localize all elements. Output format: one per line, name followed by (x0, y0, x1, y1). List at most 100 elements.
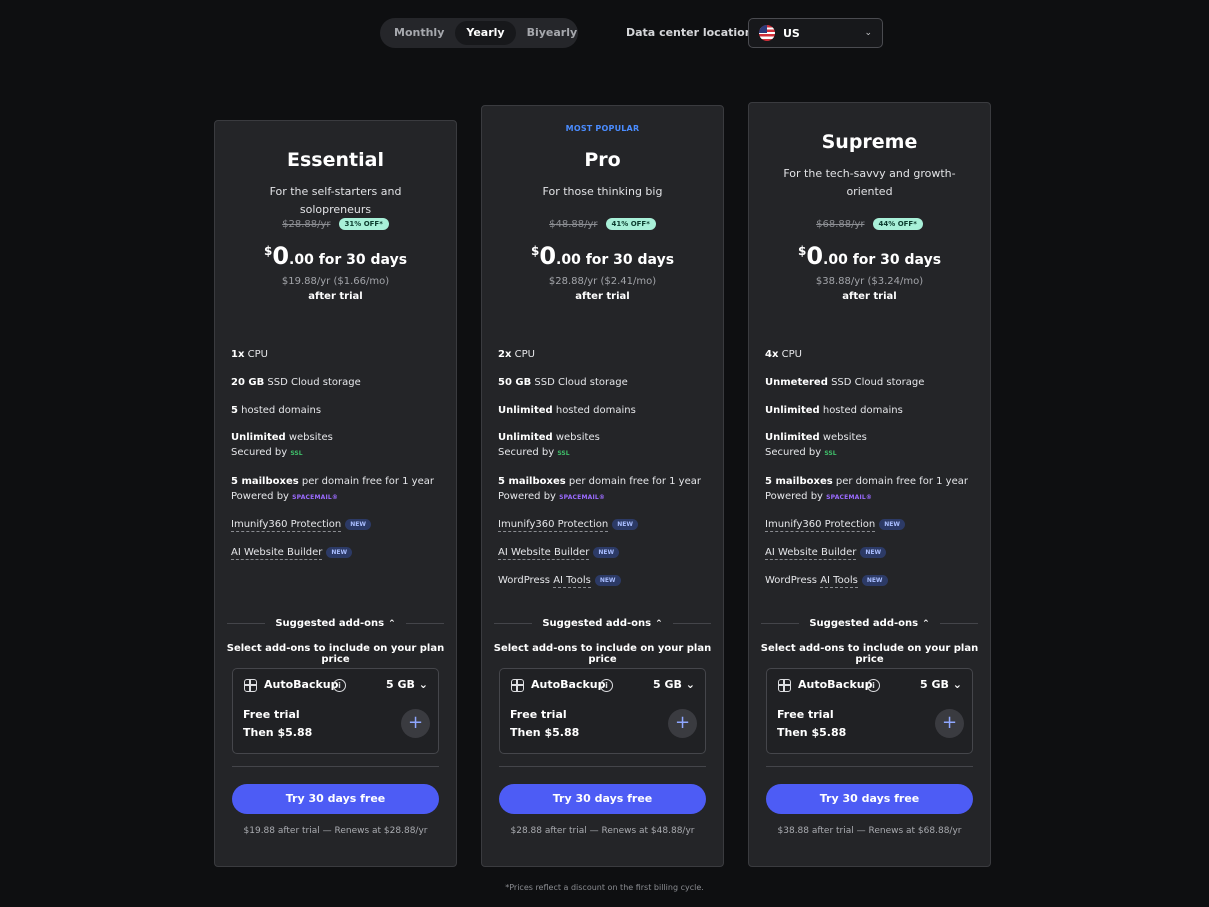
addon-name: AutoBackup (798, 678, 873, 691)
feature-cpu: 1x CPU (231, 349, 268, 360)
renewal-note: $19.88 after trial — Renews at $28.88/yr (243, 826, 428, 836)
secured-by-label: Secured by (231, 447, 291, 458)
divider (232, 766, 439, 767)
plan-card-pro: MOST POPULAR Pro For those thinking big … (481, 105, 724, 867)
spacemail-logo: SPACEMAIL® (559, 494, 606, 501)
chevron-down-icon: ⌄ (864, 28, 872, 38)
addons-hint: Select add-ons to include on your plan p… (760, 643, 979, 665)
ai-tools-link[interactable]: AI Tools (553, 575, 591, 588)
trial-price: $0.00 for 30 days (749, 242, 990, 270)
secured-by-label: Secured by (498, 447, 558, 458)
feature-ssl: Secured by SSL (765, 447, 867, 458)
addon-size-select[interactable]: 5 GB ⌄ (386, 678, 428, 691)
datacenter-label: Data center location (626, 26, 753, 39)
price-currency: $ (797, 244, 807, 258)
add-addon-button[interactable]: + (401, 709, 430, 738)
feature-domains-label: hosted domains (819, 405, 903, 416)
feature-storage-label: SSD Cloud storage (531, 377, 628, 388)
addons-toggle[interactable]: Suggested add-ons ⌃ (227, 616, 444, 630)
ai-builder-link[interactable]: AI Website Builder (765, 547, 857, 560)
spacemail-logo: SPACEMAIL® (292, 494, 339, 501)
feature-spacemail: Powered by SPACEMAIL® (765, 491, 968, 502)
price-currency: $ (530, 244, 540, 258)
info-icon[interactable]: i (333, 679, 346, 692)
price-suffix: .00 for 30 days (823, 252, 942, 268)
try-free-button[interactable]: Try 30 days free (766, 784, 973, 814)
feature-storage: Unmetered SSD Cloud storage (765, 377, 924, 388)
imunify-link[interactable]: Imunify360 Protection (231, 519, 342, 532)
imunify-link[interactable]: Imunify360 Protection (765, 519, 876, 532)
after-trial-label: after trial (842, 291, 897, 302)
try-free-button[interactable]: Try 30 days free (499, 784, 706, 814)
feature-domains: Unlimited hosted domains (765, 405, 903, 416)
discount-row: $68.88/yr 44% OFF* (749, 218, 990, 230)
billing-yearly-option[interactable]: Yearly (455, 21, 516, 45)
trial-price: $0.00 for 30 days (215, 242, 456, 270)
plan-name: Essential (287, 149, 384, 171)
old-price: $28.88/yr (282, 218, 331, 230)
ai-builder-link[interactable]: AI Website Builder (498, 547, 590, 560)
new-badge: NEW (612, 519, 639, 530)
addon-size-select[interactable]: 5 GB ⌄ (653, 678, 695, 691)
feature-websites-label: websites (285, 432, 333, 443)
feature-websites-value: Unlimited (231, 432, 286, 443)
addons-hint: Select add-ons to include on your plan p… (226, 643, 445, 665)
discount-row: $28.88/yr 31% OFF* (215, 218, 456, 230)
after-trial-price: $38.88/yr ($3.24/mo) (815, 276, 924, 287)
feature-wordpress-ai: WordPress AI Tools NEW (498, 575, 621, 588)
powered-by-label: Powered by (498, 491, 560, 502)
us-flag-icon (759, 25, 775, 41)
ssl-logo: SSL (824, 450, 837, 457)
datacenter-select[interactable]: US ⌄ (748, 18, 883, 48)
try-free-button[interactable]: Try 30 days free (232, 784, 439, 814)
divider (939, 622, 978, 624)
divider (761, 622, 800, 624)
after-trial-label: after trial (575, 291, 630, 302)
addon-autobackup: AutoBackup i 5 GB ⌄ Free trial Then $5.8… (232, 668, 439, 754)
addons-title-text: Suggested add-ons (542, 617, 652, 629)
backup-icon (511, 679, 524, 692)
addon-size-select[interactable]: 5 GB ⌄ (920, 678, 962, 691)
billing-biyearly-option[interactable]: Biyearly (516, 21, 589, 45)
ai-builder-link[interactable]: AI Website Builder (231, 547, 323, 560)
ssl-logo: SSL (290, 450, 303, 457)
plan-card-supreme: Supreme For the tech-savvy and growth-or… (748, 102, 991, 867)
wordpress-label: WordPress (765, 575, 821, 586)
discount-badge: 31% OFF* (338, 218, 389, 230)
new-badge: NEW (326, 547, 353, 558)
price-amount: 0 (539, 242, 557, 270)
feature-ssl: Secured by SSL (231, 447, 333, 458)
billing-monthly-option[interactable]: Monthly (383, 21, 455, 45)
addons-toggle[interactable]: Suggested add-ons ⌃ (494, 616, 711, 630)
addon-size-value: 5 GB (386, 678, 415, 691)
secured-by-label: Secured by (765, 447, 825, 458)
feature-storage-value: 50 GB (498, 377, 532, 388)
addon-autobackup: AutoBackup i 5 GB ⌄ Free trial Then $5.8… (766, 668, 973, 754)
add-addon-button[interactable]: + (668, 709, 697, 738)
info-icon[interactable]: i (867, 679, 880, 692)
trial-price: $0.00 for 30 days (482, 242, 723, 270)
addons-title-text: Suggested add-ons (809, 617, 919, 629)
backup-icon (244, 679, 257, 692)
feature-cpu-value: 2x (498, 349, 512, 360)
feature-domains: 5 hosted domains (231, 405, 321, 416)
feature-websites: Unlimited websites Secured by SSL (765, 432, 867, 458)
feature-cpu-value: 4x (765, 349, 779, 360)
imunify-link[interactable]: Imunify360 Protection (498, 519, 609, 532)
addons-toggle[interactable]: Suggested add-ons ⌃ (761, 616, 978, 630)
divider (494, 622, 533, 624)
after-trial-price: $28.88/yr ($2.41/mo) (548, 276, 657, 287)
feature-websites-label: websites (552, 432, 600, 443)
feature-cpu: 4x CPU (765, 349, 802, 360)
renewal-note: $28.88 after trial — Renews at $48.88/yr (510, 826, 695, 836)
feature-spacemail: Powered by SPACEMAIL® (498, 491, 701, 502)
ai-tools-link[interactable]: AI Tools (820, 575, 858, 588)
new-badge: NEW (860, 547, 887, 558)
addon-size-value: 5 GB (920, 678, 949, 691)
info-icon[interactable]: i (600, 679, 613, 692)
backup-icon (778, 679, 791, 692)
addon-name: AutoBackup (264, 678, 339, 691)
feature-cpu-label: CPU (511, 349, 535, 360)
add-addon-button[interactable]: + (935, 709, 964, 738)
addons-title: Suggested add-ons ⌃ (275, 618, 395, 629)
